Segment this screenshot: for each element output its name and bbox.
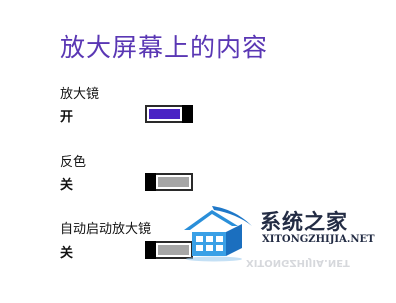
toggle-thumb[interactable] [145, 241, 156, 259]
toggle-thumb[interactable] [145, 173, 156, 191]
setting-label-invert: 反色 [60, 155, 87, 170]
setting-label-autostart: 自动启动放大镜 [60, 222, 152, 237]
toggle-thumb[interactable] [182, 105, 193, 123]
setting-state-autostart: 关 [60, 246, 74, 261]
setting-state-invert: 关 [60, 178, 74, 193]
magnifier-toggle[interactable] [145, 105, 193, 123]
toggle-track [158, 177, 189, 187]
watermark-title: 系统之家 [260, 210, 348, 234]
watermark: 系统之家 XITONGZHIJIA.NET XITONGZHIJIA.NET [182, 198, 392, 290]
page-title: 放大屏幕上的内容 [60, 33, 269, 62]
watermark-url: XITONGZHIJIA.NET [262, 234, 375, 245]
invert-toggle[interactable] [145, 173, 193, 191]
watermark-reflection: XITONGZHIJIA.NET [246, 248, 386, 268]
setting-label-magnifier: 放大镜 [60, 87, 100, 102]
watermark-reflection-text: XITONGZHIJIA.NET [246, 257, 350, 268]
setting-state-magnifier: 开 [60, 110, 74, 125]
toggle-track [149, 109, 180, 119]
